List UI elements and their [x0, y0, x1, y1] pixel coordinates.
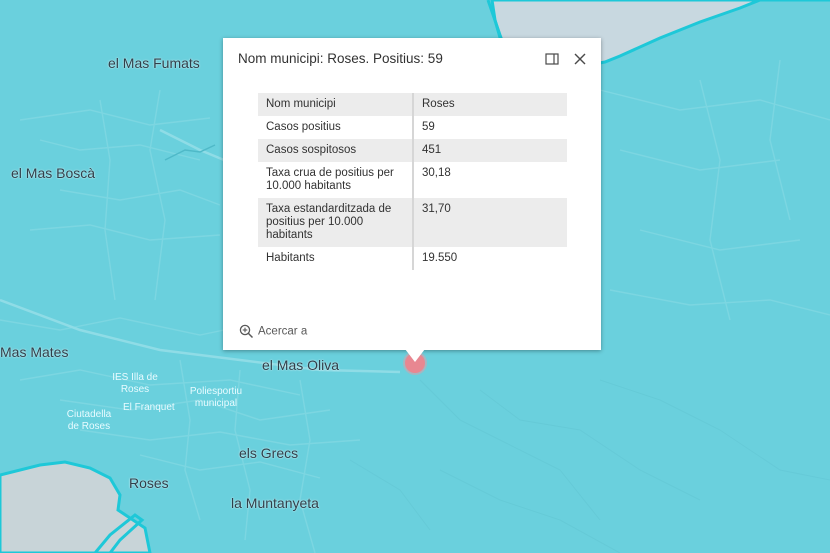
table-row: Casos sospitosos 451 — [258, 139, 567, 162]
attribute-key: Habitants — [258, 247, 414, 270]
poi-label-el-franquet: El Franquet — [123, 402, 175, 413]
place-label-la-muntanyeta: la Muntanyeta — [231, 495, 319, 511]
zoom-to-label: Acercar a — [258, 325, 308, 338]
table-row: Casos positius 59 — [258, 116, 567, 139]
poi-label-ciutadella: Ciutadella de Roses — [66, 409, 112, 432]
table-row: Taxa crua de positius per 10.000 habitan… — [258, 162, 567, 198]
attribute-key: Casos positius — [258, 116, 414, 139]
close-button[interactable] — [571, 50, 589, 68]
table-row: Habitants 19.550 — [258, 247, 567, 270]
place-label-mas-bosca: el Mas Boscà — [11, 165, 96, 181]
attribute-table: Nom municipi Roses Casos positius 59 Cas… — [258, 93, 567, 270]
feature-popup: Nom municipi: Roses. Positius: 59 Nom mu… — [223, 38, 601, 350]
dock-icon — [545, 53, 559, 65]
attribute-key: Casos sospitosos — [258, 139, 414, 162]
attribute-value: 59 — [413, 116, 567, 139]
attribute-key: Taxa crua de positius per 10.000 habitan… — [258, 162, 414, 198]
place-label-mas-oliva: el Mas Oliva — [262, 357, 340, 373]
attribute-value: 19.550 — [413, 247, 567, 270]
table-row: Nom municipi Roses — [258, 93, 567, 116]
attribute-value: 30,18 — [413, 162, 567, 198]
place-label-mas-mates: Mas Mates — [0, 344, 69, 360]
dock-button[interactable] — [543, 50, 561, 68]
attribute-value: Roses — [413, 93, 567, 116]
place-label-mas-fumats: el Mas Fumats — [108, 55, 200, 71]
attribute-value: 31,70 — [413, 198, 567, 247]
attribute-value: 451 — [413, 139, 567, 162]
poi-label-ies-illa-de-roses: IES Illa de Roses — [112, 372, 158, 395]
place-label-roses: Roses — [129, 475, 169, 491]
close-icon — [574, 53, 586, 65]
zoom-to-button[interactable]: Acercar a — [239, 324, 307, 339]
popup-title: Nom municipi: Roses. Positius: 59 — [238, 51, 443, 66]
poi-label-poliesportiu: Poliesportiu municipal — [189, 386, 243, 409]
attribute-key: Nom municipi — [258, 93, 414, 116]
place-label-els-grecs: els Grecs — [239, 445, 299, 461]
attribute-key: Taxa estandarditzada de positius per 10.… — [258, 198, 414, 247]
table-row: Taxa estandarditzada de positius per 10.… — [258, 198, 567, 247]
popup-pointer — [405, 349, 425, 362]
zoom-in-icon — [239, 324, 254, 339]
